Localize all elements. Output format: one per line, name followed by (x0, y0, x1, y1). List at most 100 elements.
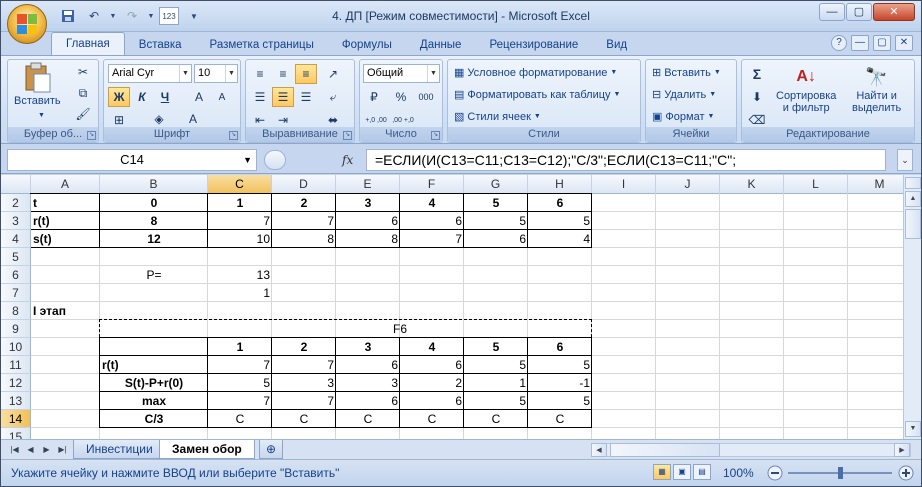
cell[interactable]: 5 (464, 194, 528, 212)
tab-formulas[interactable]: Формулы (328, 34, 406, 56)
currency-icon[interactable]: ₽ (363, 87, 385, 107)
row-header-11[interactable]: 11 (1, 356, 31, 374)
page-layout-view-icon[interactable]: ▣ (673, 464, 691, 480)
sort-filter-button[interactable]: А↓ Сортировка и фильтр (776, 64, 836, 115)
sheet-tab-replacement[interactable]: Замен обор (159, 440, 255, 459)
column-header-j[interactable]: J (656, 175, 720, 194)
thousands-button[interactable]: 000 (415, 87, 437, 107)
cell[interactable]: 13 (208, 266, 272, 284)
cell[interactable]: 5 (528, 212, 592, 230)
column-header-h[interactable]: H (528, 175, 592, 194)
tab-view[interactable]: Вид (592, 34, 641, 56)
scroll-left-icon[interactable]: ◀ (591, 443, 607, 457)
insert-cells-button[interactable]: ⊞ Вставить ▼ (652, 66, 721, 80)
delete-cells-button[interactable]: ⊟ Удалить ▼ (652, 88, 716, 102)
row-header-14[interactable]: 14 (1, 410, 31, 428)
column-header-k[interactable]: K (720, 175, 784, 194)
customize-qat-icon[interactable]: ▼ (183, 7, 205, 25)
expand-formula-icon[interactable]: ⌄ (897, 149, 913, 171)
align-middle-icon[interactable]: ≡ (272, 64, 294, 84)
font-size-select[interactable]: 10 ▼ (194, 64, 238, 83)
row-header-15[interactable]: 15 (1, 428, 31, 439)
cell[interactable]: 6 (336, 212, 400, 230)
help-icon[interactable]: ? (831, 35, 847, 51)
formula-input[interactable]: =ЕСЛИ(И(C13=C11;C13=C12);"C/3";ЕСЛИ(C13=… (366, 149, 886, 171)
row-header-6[interactable]: 6 (1, 266, 31, 284)
restore-icon[interactable]: ▢ (873, 35, 891, 51)
tab-review[interactable]: Рецензирование (475, 34, 592, 56)
wrap-text-icon[interactable]: ⤶ (322, 87, 344, 107)
cell[interactable]: 6 (400, 212, 464, 230)
bold-button[interactable]: Ж (108, 87, 130, 107)
underline-button[interactable]: Ч (154, 87, 176, 107)
dialog-launcher-icon[interactable]: ↘ (343, 131, 352, 140)
first-sheet-icon[interactable]: |◀ (9, 443, 20, 456)
align-bottom-icon[interactable]: ≡ (295, 64, 317, 84)
scroll-right-icon[interactable]: ▶ (894, 443, 910, 457)
font-name-select[interactable]: Arial Cyr ▼ (108, 64, 192, 83)
format-cells-button[interactable]: ▣ Формат ▼ (652, 110, 714, 124)
cell[interactable]: 1 (208, 284, 272, 302)
row-header-9[interactable]: 9 (1, 320, 31, 338)
cell[interactable]: 1 (208, 194, 272, 212)
tab-insert[interactable]: Вставка (125, 34, 196, 56)
column-header-a[interactable]: A (31, 175, 100, 194)
row-header-3[interactable]: 3 (1, 212, 31, 230)
cell[interactable]: 7 (208, 212, 272, 230)
row-header-13[interactable]: 13 (1, 392, 31, 410)
cell[interactable]: 0 (100, 194, 208, 212)
italic-button[interactable]: К (131, 87, 153, 107)
cell[interactable]: 8 (336, 230, 400, 248)
number-format-select[interactable]: Общий ▼ (363, 64, 440, 83)
cell[interactable]: 3 (336, 194, 400, 212)
dialog-launcher-icon[interactable]: ↘ (431, 131, 440, 140)
prev-sheet-icon[interactable]: ◀ (25, 443, 36, 456)
column-header-l[interactable]: L (784, 175, 848, 194)
row-label[interactable]: r(t) (31, 212, 100, 230)
maximize-icon[interactable]: ▢ (846, 3, 872, 21)
undo-icon[interactable]: ↶ (83, 7, 105, 25)
column-header-b[interactable]: B (100, 175, 208, 194)
column-header-i[interactable]: I (592, 175, 656, 194)
column-header-f[interactable]: F (400, 175, 464, 194)
cell[interactable]: 8 (100, 212, 208, 230)
minimize-icon[interactable]: — (851, 35, 869, 51)
cell[interactable]: 7 (400, 230, 464, 248)
minimize-icon[interactable]: — (819, 3, 845, 21)
cell[interactable]: P= (100, 266, 208, 284)
select-all-corner[interactable] (1, 175, 31, 194)
fill-icon[interactable]: ⬇ (746, 87, 768, 107)
cell[interactable]: 2 (272, 194, 336, 212)
cut-icon[interactable]: ✂ (72, 62, 94, 82)
save-icon[interactable] (57, 7, 79, 25)
row-header-8[interactable]: 8 (1, 302, 31, 320)
cell[interactable]: 7 (272, 212, 336, 230)
cell[interactable]: 4 (528, 230, 592, 248)
calculator-icon[interactable]: 123 (159, 7, 179, 25)
scroll-thumb[interactable] (610, 443, 720, 457)
cell[interactable]: 8 (272, 230, 336, 248)
tab-data[interactable]: Данные (406, 34, 476, 56)
normal-view-icon[interactable]: ▦ (653, 464, 671, 480)
name-box[interactable]: C14 ▼ (7, 149, 257, 171)
vertical-scrollbar[interactable]: ▲ ▼ (903, 175, 921, 439)
column-header-g[interactable]: G (464, 175, 528, 194)
cell[interactable]: 5 (464, 212, 528, 230)
row-header-7[interactable]: 7 (1, 284, 31, 302)
row-label[interactable]: t (31, 194, 100, 212)
cell[interactable]: 12 (100, 230, 208, 248)
insert-function-button[interactable]: fx (342, 153, 353, 167)
align-left-icon[interactable]: ☰ (249, 87, 271, 107)
last-sheet-icon[interactable]: ▶| (57, 443, 68, 456)
dialog-launcher-icon[interactable]: ↘ (229, 131, 238, 140)
cell[interactable]: 6 (464, 230, 528, 248)
orientation-icon[interactable]: ↗ (322, 64, 344, 84)
zoom-slider[interactable] (766, 464, 916, 482)
column-header-d[interactable]: D (272, 175, 336, 194)
active-cell-c14[interactable] (207, 409, 272, 428)
dialog-launcher-icon[interactable]: ↘ (87, 131, 96, 140)
column-header-e[interactable]: E (336, 175, 400, 194)
format-as-table-button[interactable]: ▤ Форматировать как таблицу ▼ (454, 88, 620, 102)
align-center-icon[interactable]: ☰ (272, 87, 294, 107)
stage-label[interactable]: I этап (31, 302, 100, 320)
